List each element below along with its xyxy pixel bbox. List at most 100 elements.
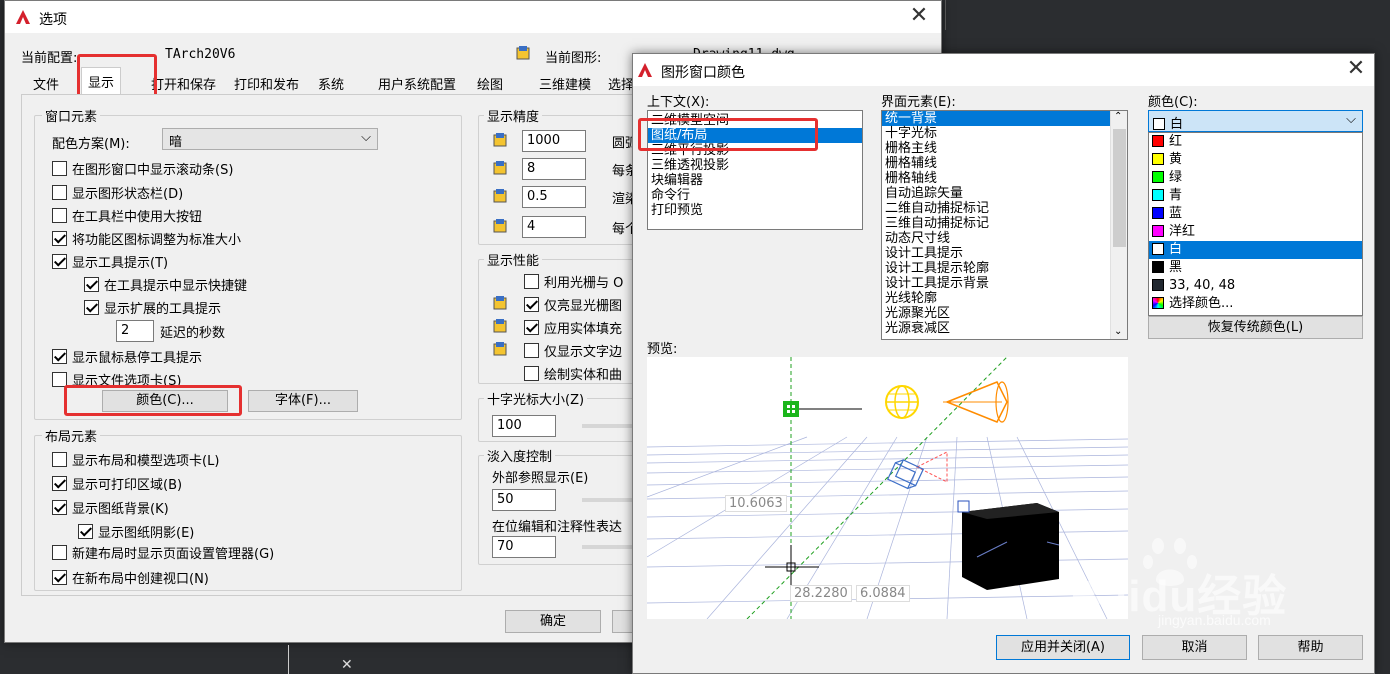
segments-input[interactable]: 8 <box>522 158 586 180</box>
list-item[interactable]: 三维自动捕捉标记 <box>882 216 1127 231</box>
help-button[interactable]: 帮助 <box>1258 635 1363 660</box>
crosshair-size-input[interactable]: 100 <box>492 415 556 437</box>
interface-element-label: 界面元素(E): <box>881 95 956 110</box>
color-scheme-select[interactable]: 暗 ⌵ <box>162 128 378 150</box>
color-option-selected[interactable]: 白 <box>1149 241 1362 259</box>
check-tooltip-shortcuts[interactable]: 在工具提示中显示快捷键 <box>84 275 247 294</box>
check-status-bar[interactable]: 显示图形状态栏(D) <box>52 183 183 202</box>
check-solid-fill[interactable]: 应用实体填充 <box>524 318 622 337</box>
checkbox[interactable] <box>52 476 67 491</box>
check-rollover-tooltips[interactable]: 显示鼠标悬停工具提示 <box>52 347 202 366</box>
preview-scene-graphic <box>647 357 1128 619</box>
checkbox[interactable] <box>52 161 67 176</box>
checkbox[interactable] <box>52 500 67 515</box>
tab-drafting[interactable]: 绘图 <box>471 70 509 94</box>
tab-files[interactable]: 文件 <box>27 70 65 94</box>
checkbox[interactable] <box>52 185 67 200</box>
color-option[interactable]: 选择颜色... <box>1149 295 1362 313</box>
check-printable-area[interactable]: 显示可打印区域(B) <box>52 474 182 493</box>
ok-button[interactable]: 确定 <box>505 610 601 633</box>
checkbox[interactable] <box>52 254 67 269</box>
list-item[interactable]: 自动追踪矢量 <box>882 186 1127 201</box>
options-title: 选项 <box>39 12 67 28</box>
list-item[interactable]: 三维透视投影 <box>648 158 862 173</box>
tab-plot-publish[interactable]: 打印和发布 <box>228 70 305 94</box>
list-item[interactable]: 命令行 <box>648 188 862 203</box>
fonts-button[interactable]: 字体(F)... <box>248 390 358 412</box>
color-option[interactable]: 洋红 <box>1149 223 1362 241</box>
list-item[interactable]: 动态尺寸线 <box>882 231 1127 246</box>
close-icon[interactable]: ✕ <box>905 5 933 29</box>
checkbox[interactable] <box>52 545 67 560</box>
list-item[interactable]: 光线轮廓 <box>882 291 1127 306</box>
color-option[interactable]: 红 <box>1149 133 1362 151</box>
check-large-buttons[interactable]: 在工具栏中使用大按钮 <box>52 206 202 225</box>
element-list-scrollbar[interactable]: ⌃ ⌄ <box>1110 111 1127 339</box>
check-scrollbars[interactable]: 在图形窗口中显示滚动条(S) <box>52 159 233 178</box>
inplace-fade-input[interactable]: 70 <box>492 536 556 558</box>
list-item[interactable]: 光源衰减区 <box>882 321 1127 336</box>
tab-3d-modeling[interactable]: 三维建模 <box>533 70 597 94</box>
apply-and-close-button[interactable]: 应用并关闭(A) <box>996 635 1130 660</box>
checkbox[interactable] <box>524 297 539 312</box>
color-dropdown-list[interactable]: 红 黄 绿 青 蓝 洋红 白 黑 33, 40, 48 选择颜色... <box>1148 132 1363 316</box>
list-item[interactable]: 栅格辅线 <box>882 156 1127 171</box>
checkbox[interactable] <box>524 343 539 358</box>
list-item[interactable]: 栅格轴线 <box>882 171 1127 186</box>
check-layout-tabs[interactable]: 显示布局和模型选项卡(L) <box>52 450 219 469</box>
render-smoothness-input[interactable]: 0.5 <box>522 186 586 208</box>
checkbox[interactable] <box>52 452 67 467</box>
check-page-setup-manager[interactable]: 新建布局时显示页面设置管理器(G) <box>52 543 274 562</box>
color-option[interactable]: 33, 40, 48 <box>1149 277 1362 295</box>
list-item[interactable]: 二维自动捕捉标记 <box>882 201 1127 216</box>
list-item[interactable]: 设计工具提示背景 <box>882 276 1127 291</box>
checkbox[interactable] <box>52 570 67 585</box>
color-option[interactable]: 绿 <box>1149 169 1362 187</box>
chevron-up-icon[interactable]: ⌃ <box>1114 111 1122 122</box>
restore-classic-colors-button[interactable]: 恢复传统颜色(L) <box>1148 316 1363 339</box>
list-item-selected[interactable]: 统一背景 <box>882 111 1127 126</box>
chevron-down-icon[interactable]: ⌄ <box>1114 326 1122 337</box>
color-option[interactable]: 黄 <box>1149 151 1362 169</box>
check-resize-ribbon-icons[interactable]: 将功能区图标调整为标准大小 <box>52 229 241 248</box>
arc-smoothness-input[interactable]: 1000 <box>522 130 586 152</box>
checkbox[interactable] <box>524 274 539 289</box>
check-paper-background[interactable]: 显示图纸背景(K) <box>52 498 169 517</box>
color-option[interactable]: 黑 <box>1149 259 1362 277</box>
checkbox[interactable] <box>84 277 99 292</box>
color-option[interactable]: 蓝 <box>1149 205 1362 223</box>
checkbox[interactable] <box>52 349 67 364</box>
interface-element-list[interactable]: 统一背景 十字光标 栅格主线 栅格辅线 栅格轴线 自动追踪矢量 二维自动捕捉标记… <box>881 110 1128 340</box>
tooltip-delay-input[interactable]: 2 <box>116 320 154 342</box>
check-create-viewport[interactable]: 在新布局中创建视口(N) <box>52 568 209 587</box>
checkbox[interactable] <box>52 231 67 246</box>
color-option[interactable]: 青 <box>1149 187 1362 205</box>
checkbox[interactable] <box>524 320 539 335</box>
tab-user-preferences[interactable]: 用户系统配置 <box>372 70 462 94</box>
list-item[interactable]: 设计工具提示 <box>882 246 1127 261</box>
list-item[interactable]: 块编辑器 <box>648 173 862 188</box>
color-select[interactable]: 白 ⌵ <box>1148 110 1363 132</box>
list-item[interactable]: 光源聚光区 <box>882 306 1127 321</box>
list-item[interactable]: 十字光标 <box>882 126 1127 141</box>
check-text-boundary[interactable]: 仅显示文字边 <box>524 341 622 360</box>
tab-system[interactable]: 系统 <box>312 70 350 94</box>
check-show-tooltips[interactable]: 显示工具提示(T) <box>52 252 168 271</box>
scrollbar-thumb[interactable] <box>1113 129 1126 247</box>
checkbox[interactable] <box>78 524 93 539</box>
list-item[interactable]: 打印预览 <box>648 203 862 218</box>
close-icon[interactable]: ✕ <box>1342 58 1370 82</box>
checkbox[interactable] <box>524 366 539 381</box>
list-item[interactable]: 栅格主线 <box>882 141 1127 156</box>
checkbox[interactable] <box>52 208 67 223</box>
list-item[interactable]: 设计工具提示轮廓 <box>882 261 1127 276</box>
check-highlight-raster[interactable]: 仅亮显光栅图 <box>524 295 622 314</box>
checkbox[interactable] <box>84 300 99 315</box>
contour-lines-input[interactable]: 4 <box>522 216 586 238</box>
check-extended-tooltips[interactable]: 显示扩展的工具提示 <box>84 298 221 317</box>
check-raster-ole[interactable]: 利用光栅与 O <box>524 272 623 291</box>
xref-fade-input[interactable]: 50 <box>492 489 556 511</box>
check-silhouettes[interactable]: 绘制实体和曲 <box>524 364 622 383</box>
check-paper-shadow[interactable]: 显示图纸阴影(E) <box>78 522 194 541</box>
cancel-button[interactable]: 取消 <box>1142 635 1247 660</box>
